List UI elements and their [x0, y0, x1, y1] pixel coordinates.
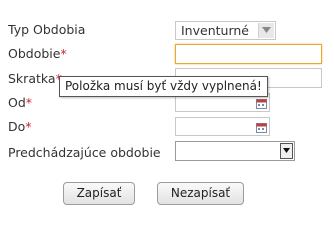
- save-button[interactable]: Zapísať: [63, 182, 135, 205]
- required-mark: *: [60, 46, 67, 61]
- period-label: Obdobie*: [8, 46, 67, 61]
- calendar-icon[interactable]: [256, 121, 267, 133]
- type-label: Typ Obdobia: [8, 22, 86, 37]
- required-mark: *: [25, 95, 33, 110]
- to-label: Do*: [8, 119, 32, 134]
- previous-period-select[interactable]: [175, 141, 295, 161]
- chevron-down-icon[interactable]: [280, 143, 293, 159]
- cancel-button[interactable]: Nezapísať: [157, 182, 244, 205]
- required-mark: *: [25, 119, 32, 134]
- type-select[interactable]: Inventurné: [175, 21, 276, 40]
- chevron-down-icon[interactable]: [258, 23, 274, 38]
- validation-tooltip: Položka musí byť vždy vyplnená!: [59, 76, 268, 97]
- previous-period-label: Predchádzajúce obdobie: [8, 145, 161, 160]
- from-label: Od*: [8, 95, 33, 110]
- period-input[interactable]: [175, 44, 322, 64]
- short-label: Skratka*: [8, 71, 62, 86]
- calendar-icon[interactable]: [256, 97, 267, 109]
- type-select-value: Inventurné: [181, 23, 249, 38]
- to-date-input[interactable]: [175, 117, 270, 136]
